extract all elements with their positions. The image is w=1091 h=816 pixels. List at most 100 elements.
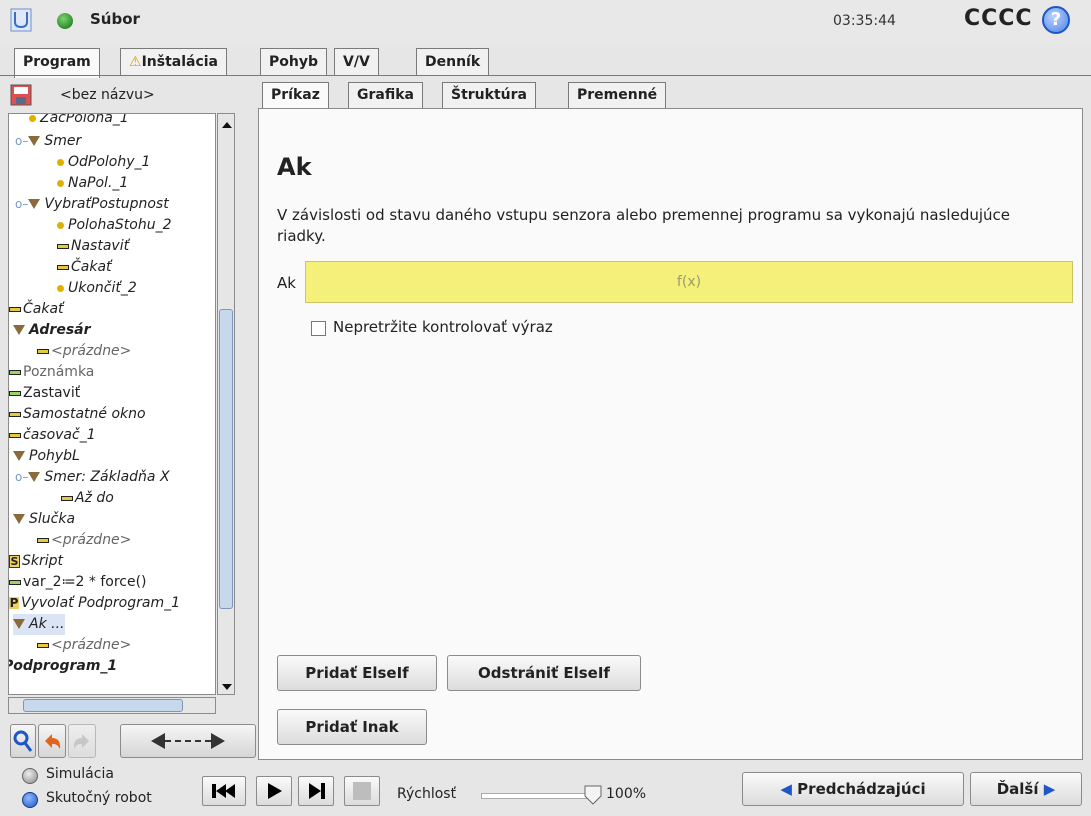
wait-icon — [9, 306, 21, 312]
stop-icon — [9, 390, 21, 396]
popup-icon — [9, 411, 21, 417]
tree-node[interactable]: NaPol._1 — [57, 173, 128, 194]
wait-icon — [57, 264, 69, 270]
file-row: <bez názvu> — [10, 84, 256, 110]
simulation-radio[interactable] — [22, 768, 38, 784]
scroll-thumb[interactable] — [219, 309, 233, 609]
tab-log[interactable]: Denník — [416, 48, 490, 76]
tab-command[interactable]: Príkaz — [262, 82, 329, 110]
tree-node[interactable]: Čakať — [9, 299, 64, 320]
next-button[interactable]: Ďalší ▶ — [970, 772, 1082, 806]
program-tree[interactable]: ZačPoloha_1 o– Smer OdPolohy_1 NaPol._1 o… — [8, 113, 216, 695]
folder-icon — [28, 199, 41, 209]
waypoint-icon — [57, 179, 64, 187]
warning-icon: ⚠ — [129, 54, 142, 70]
tree-node[interactable]: ZačPoloha_1 — [29, 114, 129, 129]
speed-value: 100% — [606, 786, 647, 802]
speed-slider[interactable] — [481, 793, 587, 799]
tree-node[interactable]: PohybL — [13, 446, 80, 467]
folder-icon — [28, 136, 41, 146]
comment-icon — [9, 369, 21, 375]
folder-icon — [13, 514, 25, 524]
remove-elseif-button[interactable]: Odstrániť ElseIf — [447, 655, 641, 691]
tree-node[interactable]: P Vyvolať Podprogram_1 — [9, 593, 180, 614]
title-bar: Súbor 03:35:44 CCCC ? — [0, 0, 1091, 44]
scroll-thumb[interactable] — [23, 699, 183, 712]
tree-vertical-scrollbar[interactable] — [217, 113, 235, 695]
tree-node[interactable]: <prázdne> — [37, 635, 131, 656]
arrow-right-icon: ▶ — [1043, 780, 1056, 798]
real-robot-label: Skutočný robot — [46, 790, 152, 806]
tree-node[interactable]: Podprogram_1 — [9, 656, 117, 677]
tree-node[interactable]: o– Smer: Základňa X — [15, 467, 170, 488]
robot-name: CCCC — [964, 6, 1033, 31]
clock: 03:35:44 — [833, 13, 896, 29]
speed-slider-handle-icon[interactable] — [583, 784, 603, 806]
save-icon[interactable] — [10, 84, 32, 106]
checkbox-label: Nepretržite kontrolovať výraz — [333, 318, 553, 336]
status-indicator-icon — [57, 13, 73, 29]
arrow-left-icon: ◀ — [780, 780, 792, 798]
tab-installation[interactable]: ⚠Inštalácia — [120, 48, 228, 76]
add-elseif-button[interactable]: Pridať ElseIf — [277, 655, 437, 691]
real-robot-radio[interactable] — [22, 792, 38, 808]
tree-node[interactable]: Poznámka — [9, 362, 94, 383]
waypoint-icon — [57, 284, 64, 292]
simulation-label: Simulácia — [46, 766, 114, 782]
tree-node[interactable]: var_2≔2 * force() — [9, 572, 147, 593]
tree-node[interactable]: <prázdne> — [37, 341, 131, 362]
tree-node[interactable]: Nastaviť — [57, 236, 129, 257]
tree-node[interactable]: <prázdne> — [37, 530, 131, 551]
tree-node[interactable]: Až do — [61, 488, 114, 509]
tab-io[interactable]: V/V — [334, 48, 379, 76]
folder-icon — [13, 325, 25, 335]
waypoint-icon — [57, 158, 64, 166]
tab-structure[interactable]: Štruktúra — [442, 82, 536, 108]
tree-node[interactable]: Ukončiť_2 — [57, 278, 137, 299]
play-button[interactable] — [256, 776, 292, 806]
tree-node[interactable]: Slučka — [13, 509, 75, 530]
empty-icon — [37, 642, 49, 648]
assignment-icon — [9, 579, 21, 585]
tree-node[interactable]: Zastaviť — [9, 383, 80, 404]
tab-move[interactable]: Pohyb — [260, 48, 327, 76]
folder-icon — [13, 451, 25, 461]
command-description: V závislosti od stavu daného vstupu senz… — [277, 206, 1010, 245]
move-node-button[interactable] — [120, 724, 256, 758]
step-button[interactable] — [298, 776, 334, 806]
add-else-button[interactable]: Pridať Inak — [277, 709, 427, 745]
tree-node[interactable]: S Skript — [9, 551, 63, 572]
undo-icon[interactable] — [38, 724, 66, 758]
expression-label: Ak — [277, 274, 296, 292]
scroll-up-icon[interactable] — [222, 122, 232, 128]
tree-node[interactable]: Adresár — [13, 320, 91, 341]
scroll-down-icon[interactable] — [222, 684, 232, 690]
tree-node[interactable]: PolohaStohu_2 — [57, 215, 172, 236]
tree-node[interactable]: Samostatné okno — [9, 404, 146, 425]
set-icon — [57, 243, 69, 249]
redo-icon[interactable] — [68, 724, 96, 758]
command-tabs: Príkaz Grafika Štruktúra Premenné — [258, 82, 1091, 110]
rewind-button[interactable] — [202, 776, 246, 806]
tree-node[interactable]: časovač_1 — [9, 425, 96, 446]
stop-button[interactable] — [344, 776, 380, 806]
previous-button[interactable]: ◀ Predchádzajúci — [742, 772, 964, 806]
help-icon[interactable]: ? — [1042, 6, 1070, 34]
tree-node[interactable]: o– VybraťPostupnost — [15, 194, 169, 215]
call-icon: P — [9, 596, 19, 610]
search-icon[interactable] — [10, 724, 36, 758]
tree-node-selected[interactable]: Ak ... — [13, 614, 65, 635]
continuous-check-checkbox[interactable] — [311, 321, 326, 336]
tree-node[interactable]: Čakať — [57, 257, 112, 278]
tab-graphics[interactable]: Grafika — [348, 82, 423, 108]
tree-toolbar — [10, 724, 256, 758]
tree-node[interactable]: OdPolohy_1 — [57, 152, 150, 173]
expression-field[interactable]: f(x) — [305, 261, 1073, 303]
tab-variables[interactable]: Premenné — [568, 82, 667, 108]
tree-node[interactable]: o– Smer — [15, 131, 81, 152]
ur-logo-icon — [10, 8, 32, 32]
empty-icon — [37, 348, 49, 354]
file-menu[interactable]: Súbor — [90, 10, 140, 28]
tree-horizontal-scrollbar[interactable] — [8, 697, 216, 714]
tab-program[interactable]: Program — [14, 48, 100, 78]
